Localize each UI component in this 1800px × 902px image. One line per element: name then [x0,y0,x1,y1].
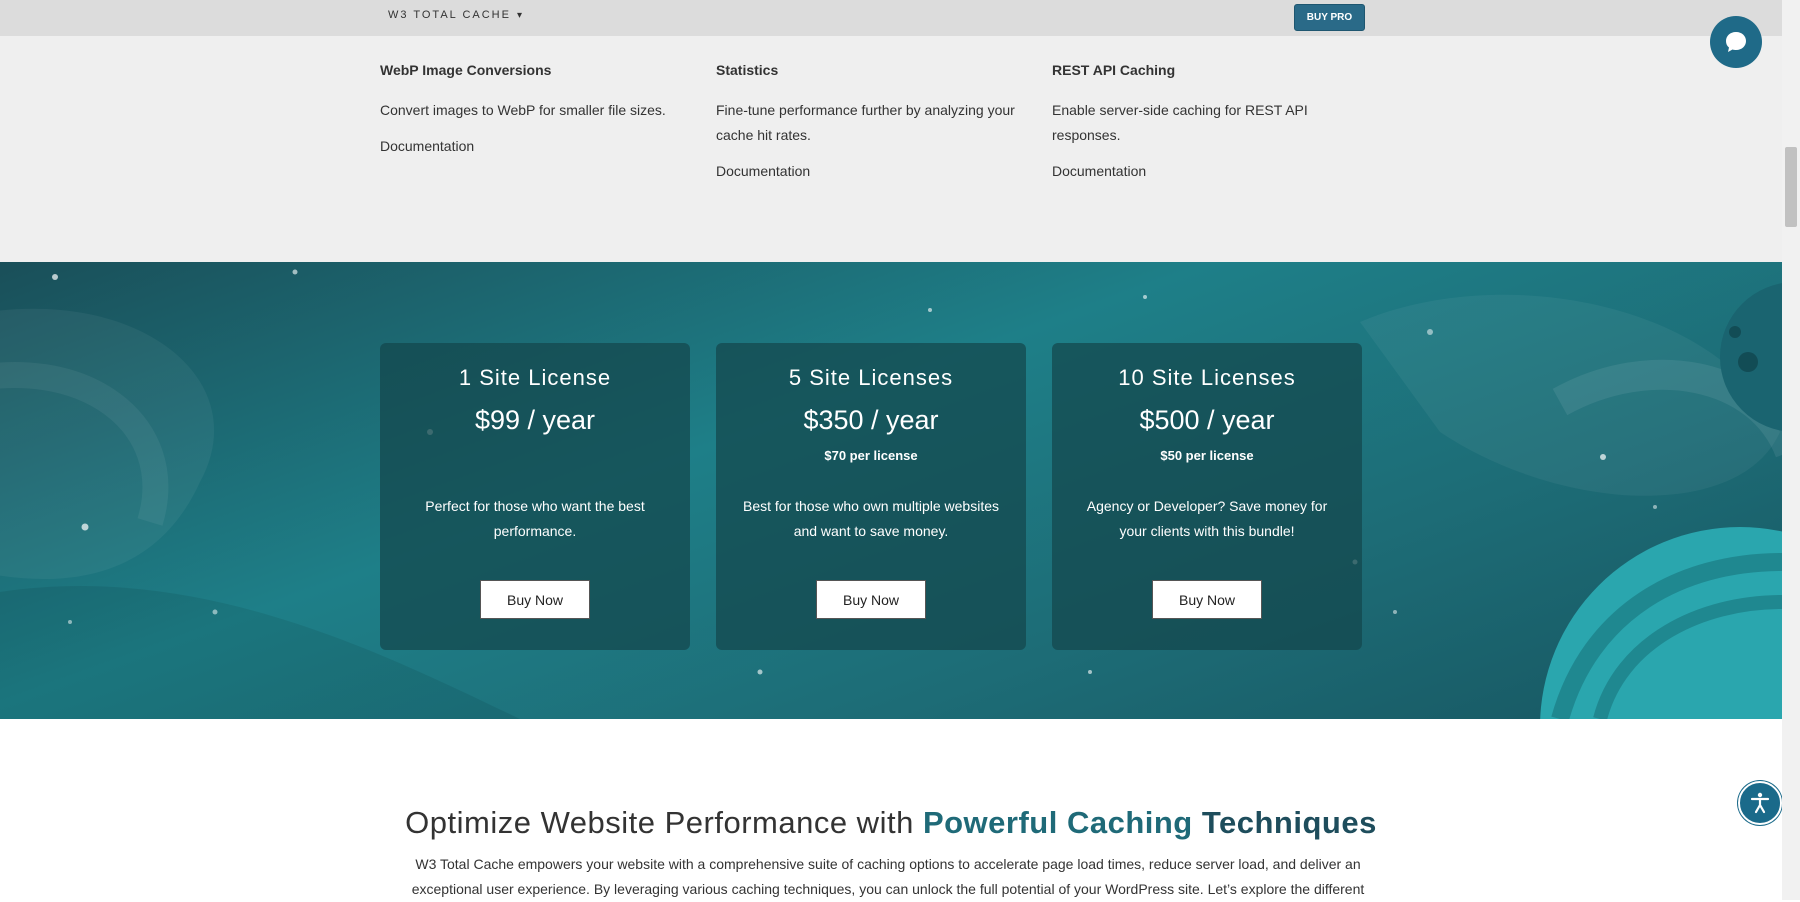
chevron-down-icon: ▾ [516,9,524,21]
card-per-license: $50 per license [1160,448,1254,463]
brand-name: W3 TOTAL CACHE [388,9,511,21]
buy-pro-button[interactable]: BUY PRO [1294,4,1365,31]
brand-menu[interactable]: W3 TOTAL CACHE ▾ [388,9,524,21]
card-price: $99 / year [474,405,596,435]
accessibility-button[interactable] [1738,781,1782,825]
buy-now-button[interactable]: Buy Now [816,580,926,619]
heading-highlight-2: Techniques [1201,805,1377,840]
scrollbar-track[interactable] [1782,0,1800,900]
chat-widget-button[interactable] [1710,16,1762,68]
feature-description: Enable server-side caching for REST API … [1052,102,1308,143]
card-per-license [380,448,690,466]
buy-now-button[interactable]: Buy Now [1152,580,1262,619]
heading-highlight: Powerful Caching [922,805,1193,840]
intro-paragraph: W3 Total Cache empowers your website wit… [411,856,1365,897]
card-title: 10 Site Licenses [1118,365,1296,390]
feature-title: Statistics [716,62,779,78]
feature-description: Fine-tune performance further by analyzi… [716,102,1015,143]
pricing-section: 1 Site License $99 / year Perfect for th… [0,262,1782,719]
buy-now-button[interactable]: Buy Now [480,580,590,619]
top-navigation-bar: W3 TOTAL CACHE ▾ BUY PRO [0,0,1782,37]
card-title: 1 Site License [458,365,612,390]
feature-title: WebP Image Conversions [380,62,552,78]
feature-title: REST API Caching [1052,62,1176,78]
features-section: WebP Image Conversions Convert images to… [0,36,1782,262]
pricing-card-5-sites: 5 Site Licenses $350 / year $70 per lice… [716,343,1026,650]
heading-plain-text: Optimize Website Performance with [405,805,923,840]
optimize-heading: Optimize Website Performance with Powerf… [0,805,1782,841]
feature-description: Convert images to WebP for smaller file … [380,102,666,118]
card-price: $500 / year [1139,405,1275,435]
scrollbar-thumb[interactable] [1785,147,1797,227]
documentation-link[interactable]: Documentation [716,163,810,179]
card-per-license: $70 per license [824,448,918,463]
card-description: Agency or Developer? Save money for your… [1086,498,1328,539]
feature-webp: WebP Image Conversions Convert images to… [380,62,690,156]
card-title: 5 Site Licenses [788,365,954,390]
documentation-link[interactable]: Documentation [380,138,474,154]
card-price: $350 / year [803,405,939,435]
card-description: Best for those who own multiple websites… [742,498,999,539]
pricing-card-1-site: 1 Site License $99 / year Perfect for th… [380,343,690,650]
pricing-card-10-sites: 10 Site Licenses $500 / year $50 per lic… [1052,343,1362,650]
feature-rest-api: REST API Caching Enable server-side cach… [1052,62,1362,181]
documentation-link[interactable]: Documentation [1052,163,1146,179]
feature-statistics: Statistics Fine-tune performance further… [716,62,1026,181]
chat-bubble-icon [1726,32,1746,52]
card-description: Perfect for those who want the best perf… [425,498,645,539]
accessibility-icon [1750,792,1770,814]
